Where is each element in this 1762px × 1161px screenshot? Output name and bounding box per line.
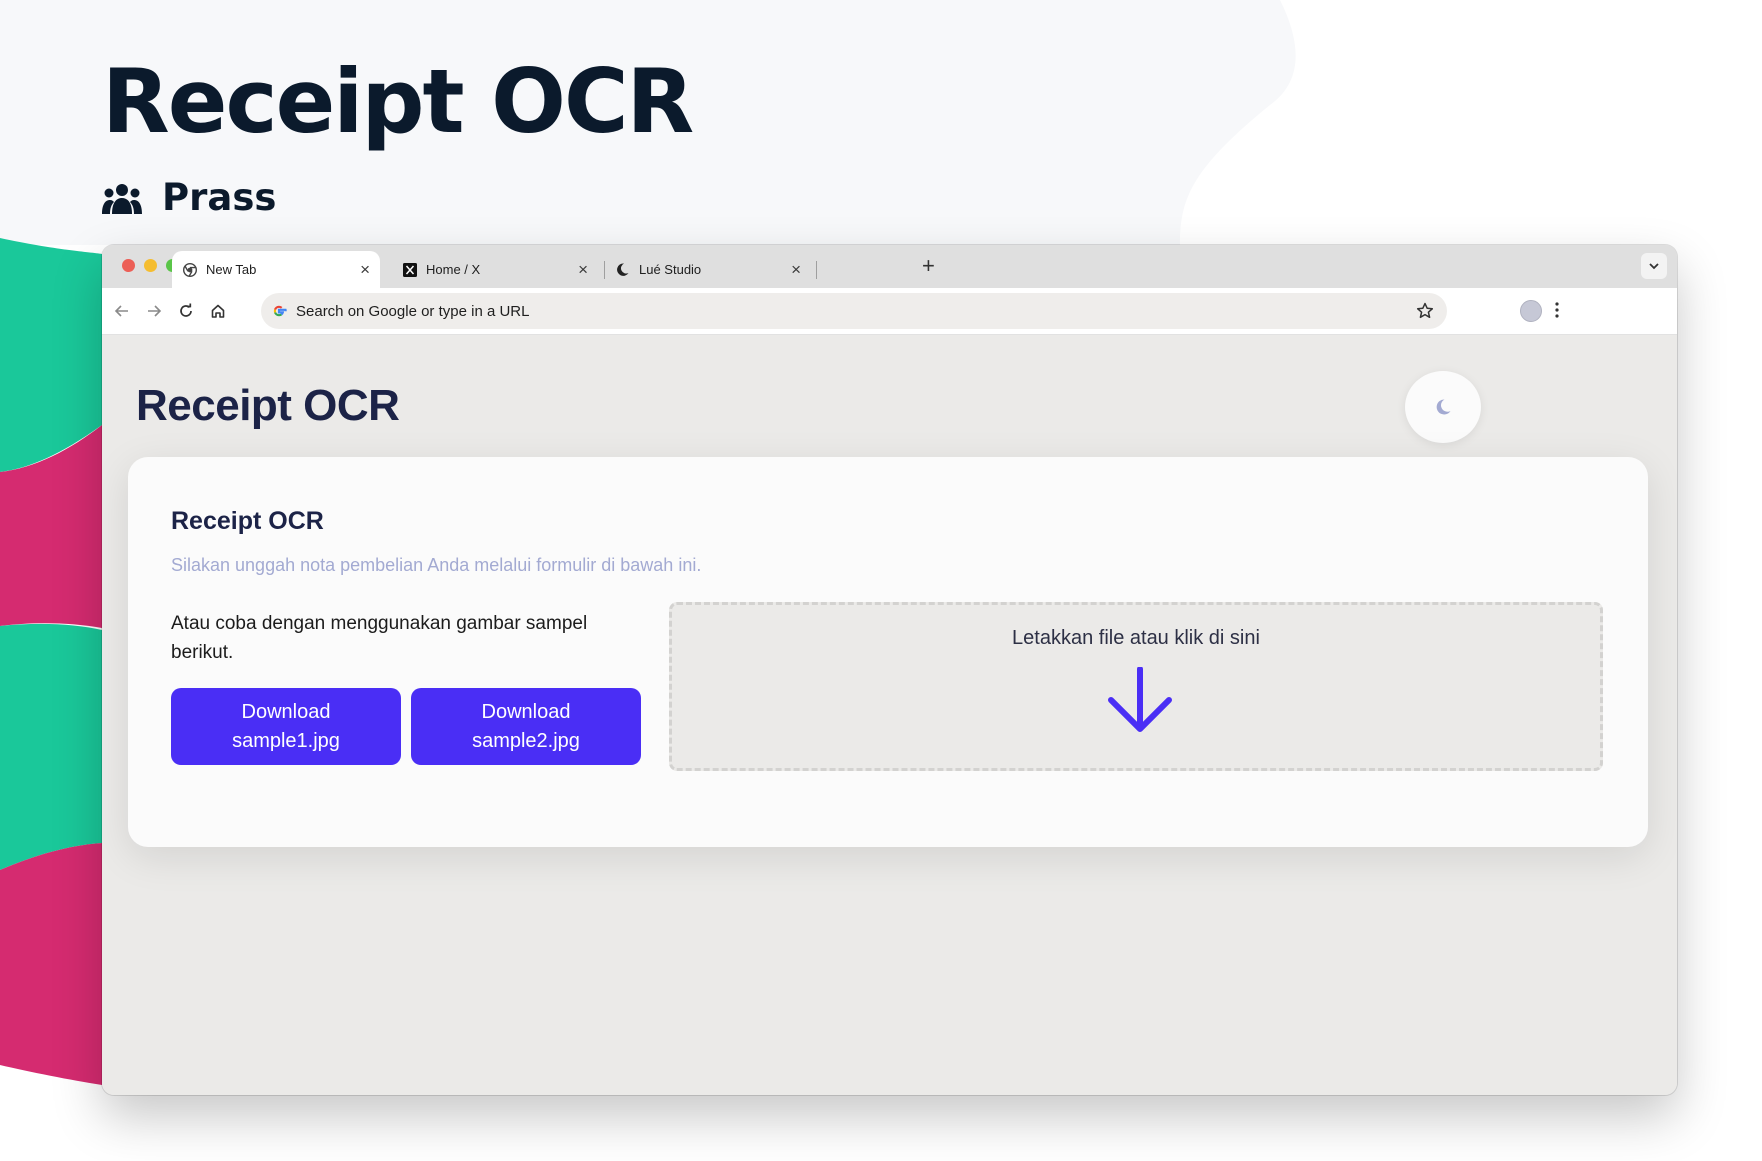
tab-lue-studio[interactable]: Lué Studio ×: [605, 251, 811, 288]
sample-note: Atau coba dengan menggunakan gambar samp…: [171, 613, 588, 663]
tab-label: Lué Studio: [639, 262, 702, 277]
tab-label: New Tab: [206, 262, 257, 277]
tab-new-tab[interactable]: New Tab ×: [172, 251, 380, 288]
upload-card: Receipt OCR Silakan unggah nota pembelia…: [128, 457, 1648, 847]
home-button[interactable]: [206, 299, 230, 323]
download-sample2-button[interactable]: Download sample2.jpg: [411, 688, 641, 765]
address-input[interactable]: Search on Google or type in a URL: [296, 303, 529, 320]
tab-divider: [816, 261, 817, 279]
magenta-wave: [0, 843, 102, 1085]
card-title: Receipt OCR: [171, 507, 324, 535]
window-controls: [122, 259, 179, 272]
profile-avatar[interactable]: [1520, 300, 1542, 322]
web-page: Receipt OCR Receipt OCR Silakan unggah n…: [102, 335, 1677, 1095]
close-tab-button[interactable]: ×: [360, 260, 370, 280]
browser-window: New Tab × Home / X × Lué Studio × + Sear…: [102, 245, 1677, 1095]
card-subtitle: Silakan unggah nota pembelian Anda melal…: [171, 555, 702, 575]
x-logo-icon: [402, 262, 417, 277]
tab-bar: New Tab × Home / X × Lué Studio × +: [102, 245, 1677, 288]
home-icon: [211, 304, 225, 318]
reload-button[interactable]: [174, 299, 198, 323]
close-tab-button[interactable]: ×: [791, 260, 801, 280]
moon-icon: [1436, 399, 1451, 415]
theme-toggle-button[interactable]: [1405, 371, 1481, 443]
tab-label: Home / X: [426, 262, 481, 277]
arrow-right-icon: [148, 305, 162, 317]
chevron-down-icon: [1649, 263, 1659, 270]
arrow-left-icon: [114, 305, 128, 317]
tab-search-button[interactable]: [1641, 253, 1667, 279]
close-window-button[interactable]: [122, 259, 135, 272]
download-sample1-button[interactable]: Download sample1.jpg: [171, 688, 401, 765]
moon-icon: [615, 262, 630, 277]
more-options-icon[interactable]: [1554, 300, 1560, 320]
hero-title: Receipt OCR: [102, 50, 694, 153]
back-button[interactable]: [110, 299, 134, 323]
chrome-icon: [182, 262, 197, 277]
tab-home-x[interactable]: Home / X ×: [392, 251, 598, 288]
close-tab-button[interactable]: ×: [578, 260, 588, 280]
new-tab-button[interactable]: +: [922, 253, 935, 279]
dropzone-label: Letakkan file atau klik di sini: [1012, 627, 1260, 649]
google-icon: [273, 305, 287, 317]
author: Prass: [102, 176, 276, 219]
author-name: Prass: [162, 176, 277, 219]
forward-button[interactable]: [142, 299, 166, 323]
file-dropzone[interactable]: Letakkan file atau klik di sini: [669, 602, 1603, 771]
address-bar[interactable]: Search on Google or type in a URL: [261, 293, 1447, 329]
arrow-down-icon: [1108, 667, 1172, 732]
teal-wave: [0, 623, 102, 870]
star-icon[interactable]: [1415, 301, 1435, 321]
reload-icon: [180, 303, 192, 317]
minimize-window-button[interactable]: [144, 259, 157, 272]
users-group-icon: [102, 183, 142, 214]
browser-toolbar: Search on Google or type in a URL: [102, 288, 1677, 335]
page-title: Receipt OCR: [136, 381, 400, 430]
